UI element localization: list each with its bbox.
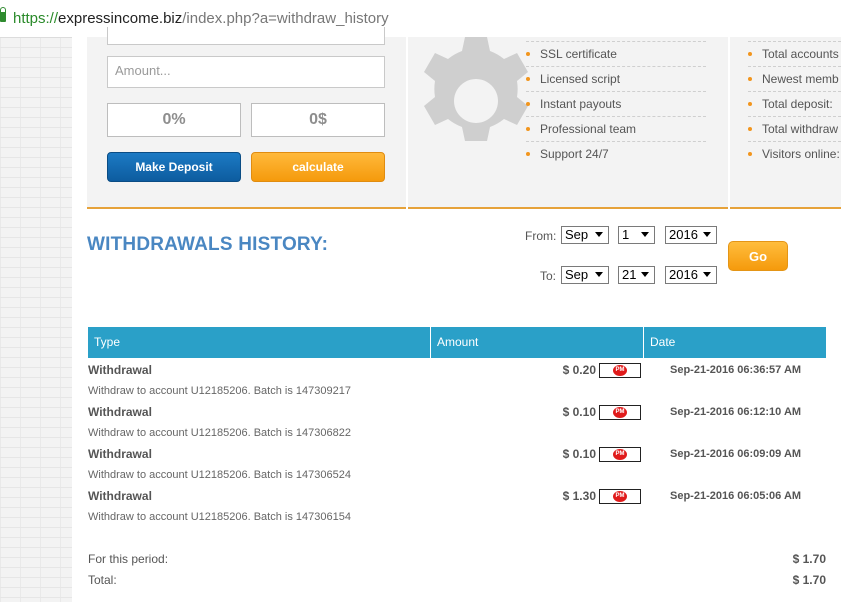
bullet-icon bbox=[748, 127, 752, 131]
make-deposit-button[interactable]: Make Deposit bbox=[107, 152, 241, 182]
row-type: Withdrawal bbox=[88, 489, 152, 503]
period-total-value: $ 1.70 bbox=[792, 552, 826, 566]
to-year-select[interactable]: 2016 bbox=[665, 266, 717, 284]
stats-panel: Total accounts Newest memb Total deposit… bbox=[730, 37, 841, 209]
pm-logo-icon: PM bbox=[613, 365, 627, 376]
to-day-select[interactable]: 21 bbox=[618, 266, 655, 284]
row-description: Withdraw to account U12185206. Batch is … bbox=[88, 469, 351, 481]
bullet-icon bbox=[748, 152, 752, 156]
bullet-icon bbox=[526, 127, 530, 131]
page-title: WITHDRAWALS HISTORY: bbox=[87, 234, 329, 255]
deposit-panel: Amount... 0% 0$ Make Deposit calculate bbox=[87, 27, 406, 209]
features-panel: SSL certificate Licensed script Instant … bbox=[408, 37, 728, 209]
list-item: SSL certificate bbox=[526, 42, 706, 67]
to-label: To: bbox=[540, 269, 557, 283]
column-header-amount: Amount bbox=[431, 327, 644, 358]
go-button[interactable]: Go bbox=[728, 241, 788, 271]
to-month-select[interactable]: Sep bbox=[561, 266, 609, 284]
row-type: Withdrawal bbox=[88, 447, 152, 461]
chevron-down-icon bbox=[703, 232, 711, 237]
list-item: Total withdraw bbox=[748, 117, 841, 142]
perfect-money-badge: PM bbox=[599, 363, 641, 378]
from-year-select[interactable]: 2016 bbox=[665, 226, 717, 244]
bullet-icon bbox=[526, 102, 530, 106]
pm-logo-icon: PM bbox=[613, 449, 627, 460]
url-text[interactable]: https://expressincome.biz/index.php?a=wi… bbox=[13, 10, 389, 27]
from-label: From: bbox=[525, 229, 557, 243]
row-amount: $ 1.30 bbox=[562, 489, 596, 503]
list-item: Total deposit: bbox=[748, 92, 841, 117]
from-month-select[interactable]: Sep bbox=[561, 226, 609, 244]
row-description: Withdraw to account U12185206. Batch is … bbox=[88, 385, 351, 397]
list-item: Professional team bbox=[526, 117, 706, 142]
chevron-down-icon bbox=[641, 232, 649, 237]
perfect-money-badge: PM bbox=[599, 405, 641, 420]
chevron-down-icon bbox=[595, 272, 603, 277]
pm-logo-icon: PM bbox=[613, 491, 627, 502]
lock-icon bbox=[0, 7, 6, 22]
grand-total-label: Total: bbox=[88, 573, 117, 587]
chevron-down-icon bbox=[641, 272, 649, 277]
bullet-icon bbox=[748, 52, 752, 56]
list-item: Total accounts bbox=[748, 42, 841, 67]
row-type: Withdrawal bbox=[88, 363, 152, 377]
calculate-button[interactable]: calculate bbox=[251, 152, 385, 182]
row-description: Withdraw to account U12185206. Batch is … bbox=[88, 427, 351, 439]
main-content: Amount... 0% 0$ Make Deposit calculate S… bbox=[72, 27, 841, 602]
plan-field[interactable] bbox=[107, 27, 385, 45]
bullet-icon bbox=[526, 152, 530, 156]
chevron-down-icon bbox=[703, 272, 711, 277]
gear-icon bbox=[424, 37, 528, 141]
profit-display: 0$ bbox=[251, 103, 385, 137]
amount-input[interactable]: Amount... bbox=[107, 56, 385, 88]
stats-list: Total accounts Newest memb Total deposit… bbox=[748, 37, 841, 166]
row-description: Withdraw to account U12185206. Batch is … bbox=[88, 511, 351, 523]
row-amount: $ 0.10 bbox=[562, 447, 596, 461]
list-item: Support 24/7 bbox=[526, 142, 706, 166]
column-header-date: Date bbox=[650, 335, 676, 349]
list-item: Instant payouts bbox=[526, 92, 706, 117]
list-item: Visitors online: bbox=[748, 142, 841, 166]
row-date: Sep-21-2016 06:09:09 AM bbox=[670, 448, 802, 460]
row-date: Sep-21-2016 06:05:06 AM bbox=[670, 490, 802, 502]
row-date: Sep-21-2016 06:12:10 AM bbox=[670, 406, 802, 418]
bullet-icon bbox=[748, 102, 752, 106]
perfect-money-badge: PM bbox=[599, 489, 641, 504]
column-header-type: Type bbox=[88, 327, 431, 358]
list-item: Newest memb bbox=[748, 67, 841, 92]
percent-display: 0% bbox=[107, 103, 241, 137]
pm-logo-icon: PM bbox=[613, 407, 627, 418]
features-list: SSL certificate Licensed script Instant … bbox=[526, 37, 706, 166]
grand-total-value: $ 1.70 bbox=[792, 573, 826, 587]
bullet-icon bbox=[526, 77, 530, 81]
row-amount: $ 0.10 bbox=[562, 405, 596, 419]
from-day-select[interactable]: 1 bbox=[618, 226, 655, 244]
chevron-down-icon bbox=[595, 232, 603, 237]
perfect-money-badge: PM bbox=[599, 447, 641, 462]
bullet-icon bbox=[526, 52, 530, 56]
row-date: Sep-21-2016 06:36:57 AM bbox=[670, 364, 802, 376]
period-total-label: For this period: bbox=[88, 552, 169, 566]
list-item: Licensed script bbox=[526, 67, 706, 92]
table-header: Type Amount Date bbox=[88, 327, 826, 358]
row-type: Withdrawal bbox=[88, 405, 152, 419]
row-amount: $ 0.20 bbox=[562, 363, 596, 377]
bullet-icon bbox=[748, 77, 752, 81]
